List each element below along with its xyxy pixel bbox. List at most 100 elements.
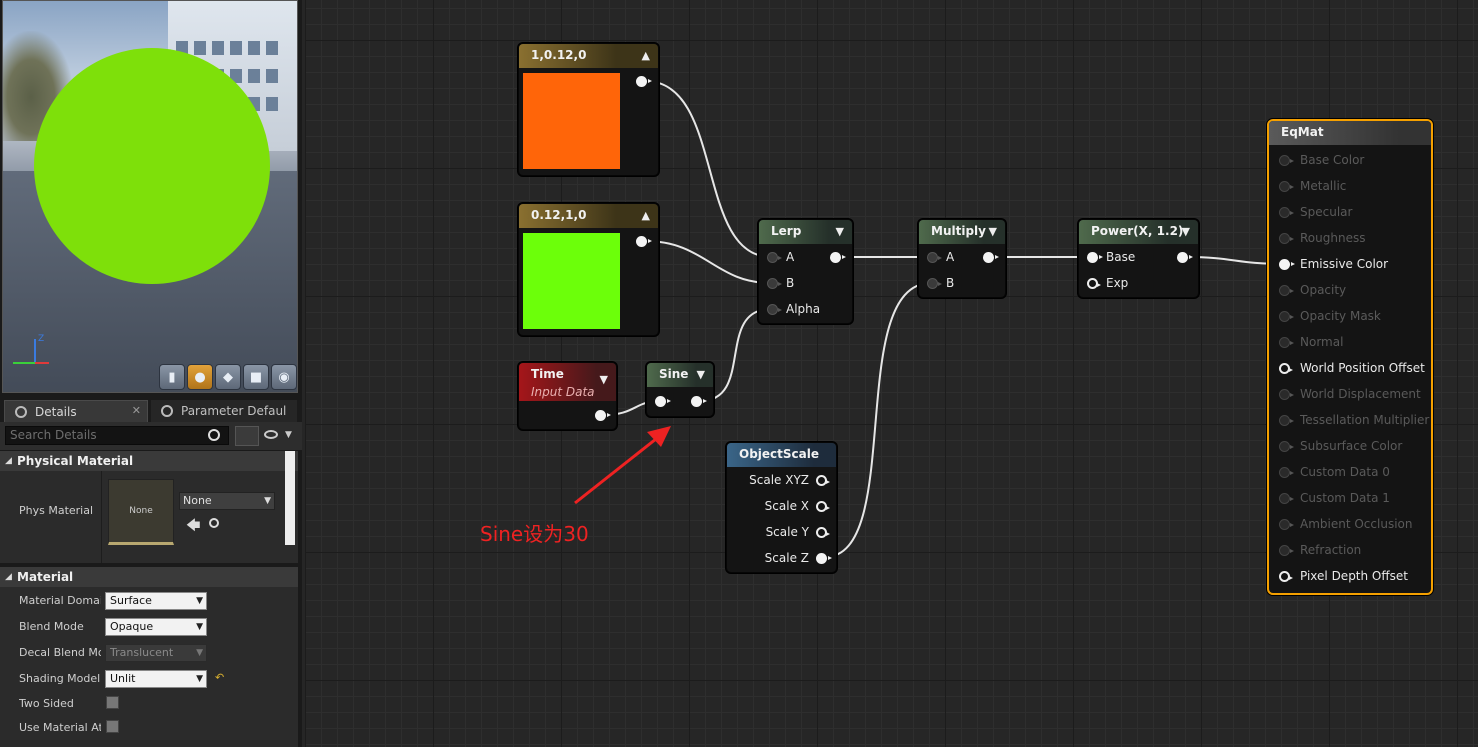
browse-asset-icon[interactable] [209,518,219,528]
output-pin[interactable] [636,236,652,247]
scrollbar[interactable] [285,451,295,545]
tab-details-label: Details [35,404,77,419]
collapse-arrow-icon[interactable]: ▼ [600,371,608,389]
pin-label: Pixel Depth Offset [1300,569,1408,583]
node-header: Power(X, 1.2) ▼ [1079,220,1198,244]
collapse-arrow-icon[interactable]: ▲ [642,45,650,67]
node-lerp[interactable]: Lerp ▼ A B Alpha [758,219,853,324]
cylinder-shape-button[interactable]: ▮ [159,364,185,390]
category-material[interactable]: ◢ Material [0,567,298,587]
blend-mode-combo[interactable]: Opaque ▼ [105,618,207,636]
node-result-eqmat[interactable]: EqMat Base Color Metallic Specular Roughnes… [1267,119,1433,595]
node-multiply[interactable]: Multiply ▼ A B [918,219,1006,298]
input-pin[interactable] [1279,415,1294,426]
pin-label: A [786,250,795,264]
teapot-shape-button[interactable]: ◉ [271,364,297,390]
collapse-arrow-icon[interactable]: ▼ [697,364,705,386]
collapse-arrow-icon[interactable]: ▼ [1182,221,1190,243]
input-pin[interactable] [1279,233,1294,244]
output-pin-scale-z[interactable] [816,553,832,564]
output-pin-scale-xyz[interactable] [816,475,830,486]
tab-parameter-defaults[interactable]: Parameter Defaul [151,400,297,422]
node-constant-orange[interactable]: 1,0.12,0 ▲ [518,43,659,176]
left-panel: Z ▮ ● ◆ ■ ◉ Details ✕ Parameter Defaul S… [0,0,302,747]
output-pin-scale-x[interactable] [816,501,830,512]
use-material-attributes-checkbox[interactable] [106,720,119,733]
panel-tabs: Details ✕ Parameter Defaul [0,400,302,422]
input-pin[interactable] [1279,493,1294,504]
input-pin-alpha[interactable] [767,304,782,315]
pin-label: Roughness [1300,231,1366,245]
pin-label: Base [1106,250,1136,264]
collapse-arrow-icon[interactable]: ▲ [642,205,650,227]
output-pin[interactable] [636,76,652,87]
input-pin[interactable] [1279,155,1294,166]
input-pin[interactable] [655,396,671,407]
output-pin[interactable] [1177,252,1193,263]
asset-thumbnail[interactable]: None [108,479,174,545]
preview-viewport[interactable]: Z ▮ ● ◆ ■ ◉ [2,0,298,393]
node-power[interactable]: Power(X, 1.2) ▼ Base Exp [1078,219,1199,298]
two-sided-checkbox[interactable] [106,696,119,709]
output-pin[interactable] [983,252,999,263]
input-pin-exp[interactable] [1087,278,1101,289]
input-pin-base[interactable] [1087,252,1103,263]
node-time[interactable]: Time ▼ Input Data [518,362,617,430]
input-pin[interactable] [1279,519,1294,530]
chevron-down-icon: ▼ [196,622,203,632]
input-pin[interactable] [1279,285,1294,296]
input-pin[interactable] [1279,259,1295,270]
sphere-shape-button[interactable]: ● [187,364,213,390]
reset-to-default-icon[interactable]: ↶ [215,671,224,684]
input-pin[interactable] [1279,545,1294,556]
output-pin[interactable] [595,410,611,421]
chevron-down-icon: ▼ [196,648,203,658]
node-header: Multiply ▼ [919,220,1005,244]
input-pin[interactable] [1279,441,1294,452]
material-domain-combo[interactable]: Surface ▼ [105,592,207,610]
input-pin[interactable] [1279,389,1294,400]
collapse-arrow-icon[interactable]: ▼ [836,221,844,243]
list-view-icon[interactable] [235,426,259,446]
input-pin[interactable] [1279,207,1294,218]
input-pin[interactable] [1279,311,1294,322]
output-pin[interactable] [691,396,707,407]
node-sine[interactable]: Sine ▼ [646,362,714,417]
node-header: Lerp ▼ [759,220,852,244]
node-constant-green[interactable]: 0.12,1,0 ▲ [518,203,659,336]
category-label: Physical Material [17,454,134,468]
cube-shape-button[interactable]: ■ [243,364,269,390]
input-pin[interactable] [1279,467,1294,478]
input-pin-b[interactable] [767,278,782,289]
node-header: 1,0.12,0 ▲ [519,44,658,68]
eye-icon[interactable] [264,430,278,439]
input-pin[interactable] [1279,337,1294,348]
input-pin-a[interactable] [927,252,942,263]
close-icon[interactable]: ✕ [132,404,141,417]
plane-shape-button[interactable]: ◆ [215,364,241,390]
search-row: Search Details ▼ [0,422,302,450]
output-pin-scale-y[interactable] [816,527,830,538]
input-pin-a[interactable] [767,252,782,263]
search-icon [208,429,220,441]
input-pin[interactable] [1279,571,1293,582]
input-pin[interactable] [1279,181,1294,192]
pin-label: Custom Data 1 [1300,491,1390,505]
collapse-arrow-icon[interactable]: ◢ [5,451,12,471]
use-selected-arrow-icon[interactable]: 🡄 [186,515,200,539]
material-graph[interactable]: 1,0.12,0 ▲ 0.12,1,0 ▲ Lerp ▼ A B Alpha Mult… [305,0,1478,747]
property-row: Blend Mode Opaque ▼ [0,614,298,640]
node-header: 0.12,1,0 ▲ [519,204,658,228]
category-physical-material[interactable]: ◢ Physical Material [0,451,298,471]
collapse-arrow-icon[interactable]: ◢ [5,567,12,587]
output-pin[interactable] [830,252,846,263]
chevron-down-icon[interactable]: ▼ [285,430,292,440]
node-objectscale[interactable]: ObjectScale Scale XYZ Scale X Scale Y Sc… [726,442,837,573]
tab-details[interactable]: Details ✕ [4,400,148,422]
asset-picker-combo[interactable]: None ▼ [179,492,275,510]
collapse-arrow-icon[interactable]: ▼ [989,221,997,243]
input-pin-b[interactable] [927,278,942,289]
shading-model-combo[interactable]: Unlit ▼ [105,670,207,688]
search-input[interactable]: Search Details [5,426,229,445]
input-pin[interactable] [1279,363,1293,374]
